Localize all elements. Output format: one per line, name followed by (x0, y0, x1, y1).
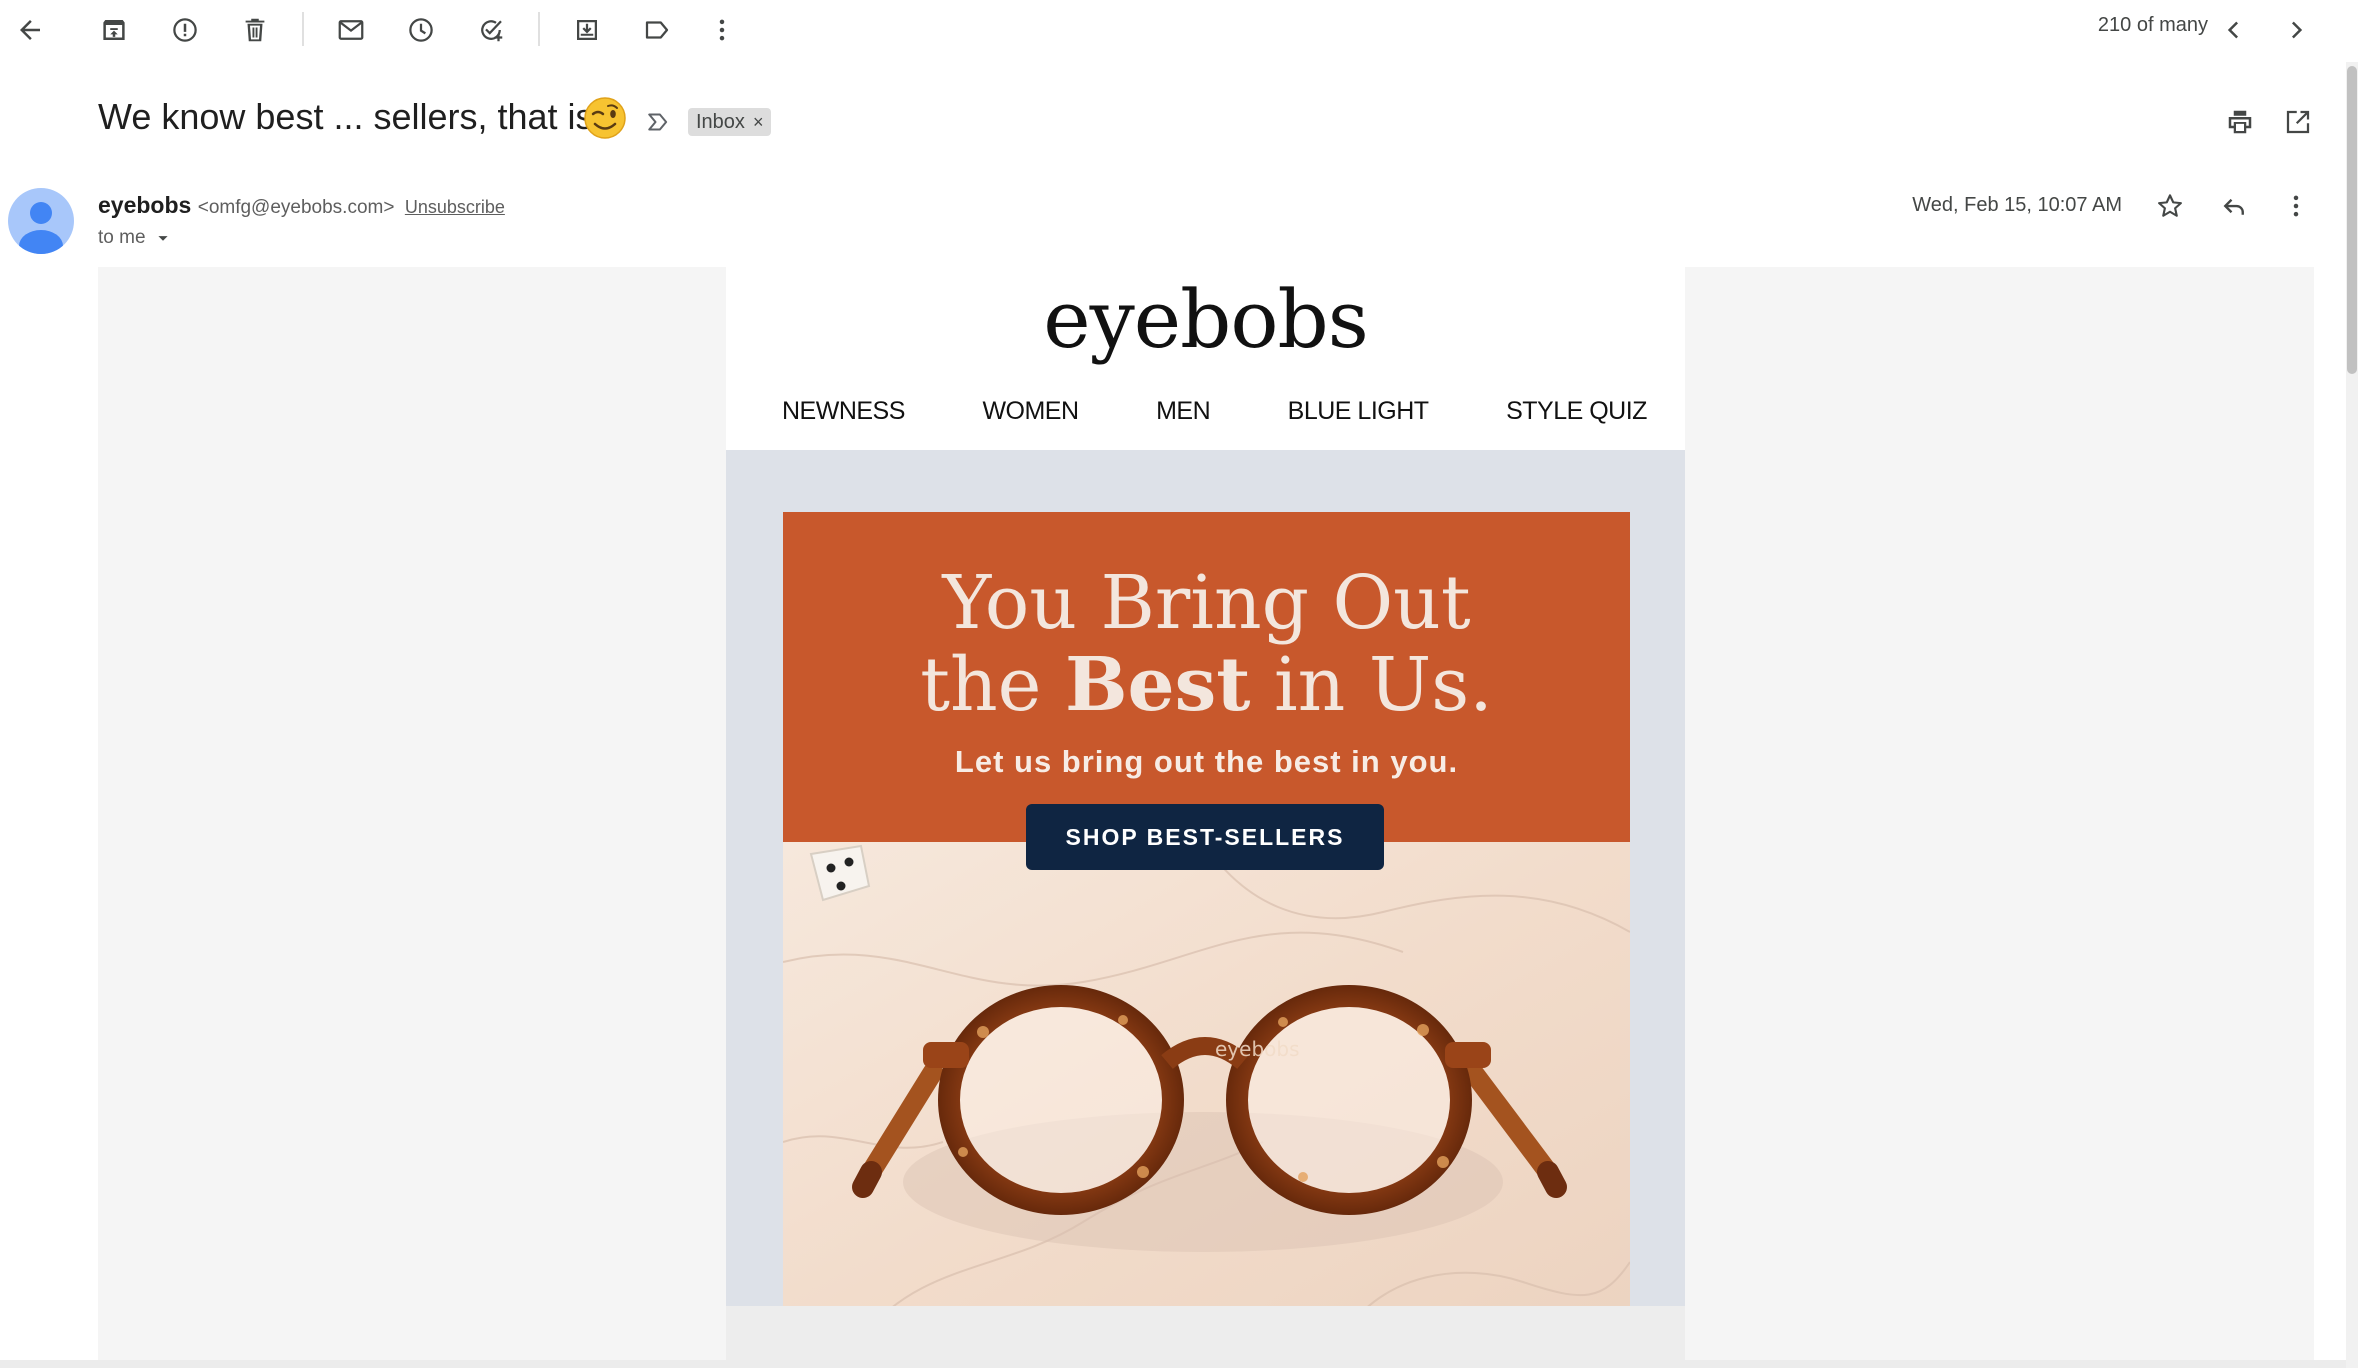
print-icon[interactable] (2210, 92, 2270, 152)
person-icon (19, 202, 63, 254)
brand-logo[interactable]: eyebobs (726, 273, 1685, 366)
glasses-temple-text: eyebobs (1215, 1037, 1300, 1061)
remove-label-button[interactable]: × (753, 112, 764, 133)
more-vert-icon[interactable] (692, 0, 752, 60)
glasses-on-marble-image: eyebobs (783, 842, 1630, 1336)
label-icon[interactable] (627, 0, 687, 60)
add-to-tasks-icon[interactable] (461, 0, 521, 60)
chevron-right-icon[interactable] (2266, 0, 2326, 60)
hero-footer-strip (726, 1306, 1685, 1368)
wink-emoji-icon (583, 96, 627, 140)
back-arrow-icon[interactable] (0, 0, 60, 60)
recipient-details[interactable]: to me (98, 227, 174, 249)
avatar[interactable] (8, 188, 74, 254)
hero-headline-line1: You Bring Out (942, 560, 1471, 646)
sender-name[interactable]: eyebobs (98, 192, 191, 218)
inbox-label-text: Inbox (696, 110, 745, 133)
caret-down-icon (157, 236, 168, 241)
hero-headline: You Bring Out the Best in Us. (783, 562, 1630, 726)
hero-banner[interactable]: You Bring Out the Best in Us. Let us bri… (783, 512, 1630, 870)
headline-emphasis: Best (1065, 642, 1251, 728)
unsubscribe-link[interactable]: Unsubscribe (405, 197, 505, 217)
move-to-icon[interactable] (557, 0, 617, 60)
important-marker-icon[interactable] (628, 92, 688, 152)
hero-subheadline: Let us bring out the best in you. (954, 744, 1459, 779)
hero-section: You Bring Out the Best in Us. Let us bri… (726, 450, 1685, 1368)
vertical-scrollbar-thumb[interactable] (2347, 66, 2357, 374)
mark-unread-icon[interactable] (321, 0, 381, 60)
nav-style-quiz-link[interactable]: STYLE QUIZ (1506, 397, 1647, 426)
message-counter: 210 of many (2097, 14, 2208, 36)
star-icon[interactable] (2140, 176, 2200, 236)
chevron-left-icon[interactable] (2204, 0, 2264, 60)
horizontal-scrollbar[interactable] (0, 1360, 2346, 1368)
headline-line2-post: in Us. (1250, 642, 1493, 728)
snooze-icon[interactable] (391, 0, 451, 60)
toolbar-divider (538, 12, 540, 46)
open-in-new-window-icon[interactable] (2268, 92, 2328, 152)
headline-line2-pre: the (920, 642, 1065, 728)
sender-email: <omfg@eyebobs.com> (197, 197, 395, 218)
hero-product-photo[interactable]: eyebobs (783, 842, 1630, 1336)
message-date: Wed, Feb 15, 10:07 AM (1912, 194, 2122, 216)
shop-best-sellers-button[interactable]: SHOP BEST-SELLERS (1026, 804, 1384, 870)
inbox-label-chip: Inbox × (688, 108, 772, 136)
reply-icon[interactable] (2204, 176, 2264, 236)
nav-women-link[interactable]: WOMEN (982, 397, 1079, 426)
more-vert-icon[interactable] (2266, 176, 2326, 236)
sender-line: eyebobs <omfg@eyebobs.com> Unsubscribe (98, 192, 505, 219)
delete-icon[interactable] (225, 0, 285, 60)
hero-headline-line2: the Best in Us. (783, 644, 1630, 726)
nav-men-link[interactable]: MEN (1156, 397, 1211, 426)
email-subject: We know best ... sellers, that is (98, 96, 594, 137)
toolbar-divider (302, 12, 304, 46)
email-nav: NEWNESS WOMEN MEN BLUE LIGHT STYLE QUIZ (726, 397, 1685, 426)
nav-blue-light-link[interactable]: BLUE LIGHT (1288, 397, 1429, 426)
nav-newness-link[interactable]: NEWNESS (782, 397, 905, 426)
email-content: eyebobs NEWNESS WOMEN MEN BLUE LIGHT STY… (726, 267, 1685, 1368)
recipient-label: to me (98, 227, 146, 248)
report-spam-icon[interactable] (155, 0, 215, 60)
archive-icon[interactable] (84, 0, 144, 60)
